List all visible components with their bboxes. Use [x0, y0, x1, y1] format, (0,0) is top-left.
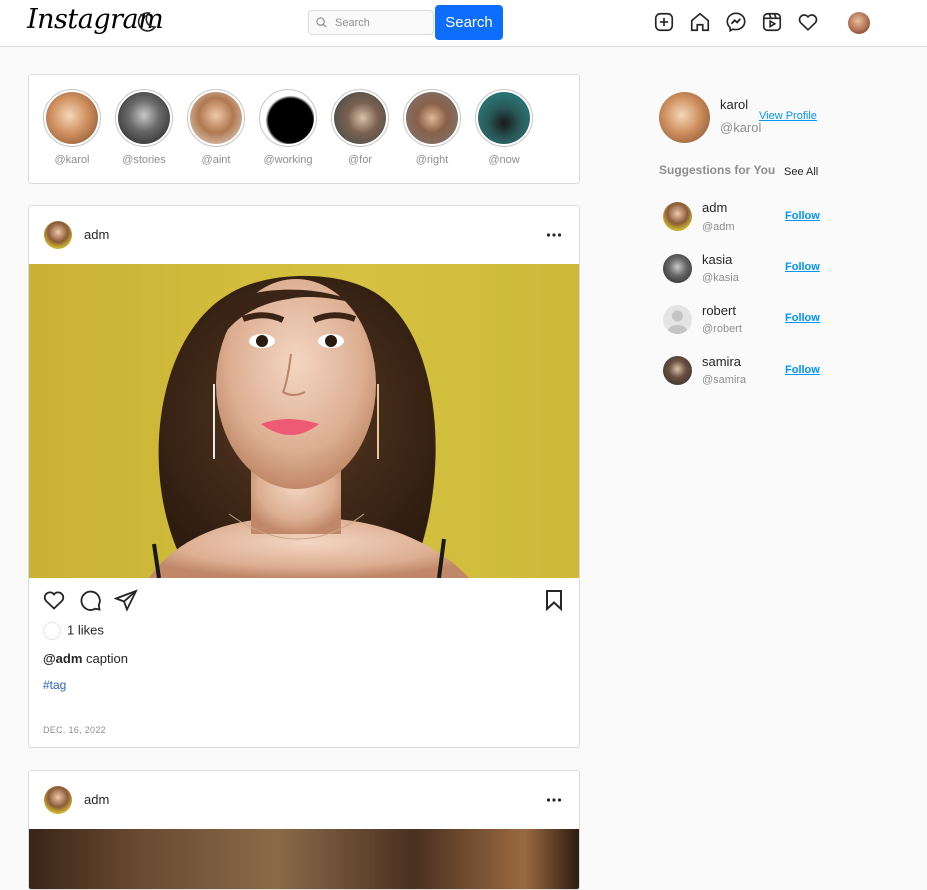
story-item[interactable]: @for: [330, 89, 390, 166]
heart-icon[interactable]: [797, 11, 819, 33]
story-item[interactable]: @right: [402, 89, 462, 166]
see-all-link[interactable]: See All: [784, 166, 818, 178]
story-avatar: [118, 92, 170, 144]
story-ring: [259, 89, 317, 147]
search-button[interactable]: Search: [435, 5, 503, 40]
new-post-icon[interactable]: [653, 11, 675, 33]
current-user-name: karol: [720, 97, 749, 112]
comment-icon[interactable]: [78, 588, 102, 612]
story-handle: @now: [488, 154, 520, 166]
story-item[interactable]: @aint: [186, 89, 246, 166]
post-photo: [149, 275, 469, 578]
suggestion-name: robert: [702, 303, 736, 318]
post-caption: @adm caption: [43, 651, 128, 666]
suggestion-name: kasia: [702, 252, 733, 267]
caption-text: caption: [82, 651, 128, 666]
suggestions-title: Suggestions for You: [659, 163, 776, 177]
stories-bar: @karol @stories @aint @working @for @rig…: [28, 74, 580, 184]
follow-button[interactable]: Follow: [785, 364, 820, 376]
post-avatar[interactable]: [44, 221, 72, 249]
liker-avatar: [43, 622, 61, 640]
search-field: [308, 10, 434, 35]
search-input[interactable]: [333, 13, 431, 32]
post-card: adm: [28, 205, 580, 748]
story-item[interactable]: @now: [474, 89, 534, 166]
story-ring: [331, 89, 389, 147]
caption-username[interactable]: @adm: [43, 651, 82, 666]
suggestion-name: samira: [702, 354, 742, 369]
story-avatar: [406, 92, 458, 144]
post-date: DEC. 16, 2022: [43, 725, 106, 735]
post-header: adm: [29, 206, 579, 264]
story-handle: @working: [263, 154, 313, 166]
post-avatar[interactable]: [44, 786, 72, 814]
story-avatar: [478, 92, 530, 144]
story-ring: [187, 89, 245, 147]
story-item[interactable]: @karol: [42, 89, 102, 166]
messenger-icon[interactable]: [725, 11, 747, 33]
likes-row: 1 likes: [43, 622, 104, 640]
suggestion-avatar[interactable]: [663, 356, 692, 385]
suggestion-avatar[interactable]: [663, 202, 692, 231]
default-avatar-icon: [667, 310, 688, 334]
story-ring: [43, 89, 101, 147]
suggestion-handle: @samira: [702, 374, 747, 386]
follow-button[interactable]: Follow: [785, 210, 820, 222]
suggestion-handle: @adm: [702, 221, 735, 233]
post-card: adm: [28, 770, 580, 890]
story-avatar: [190, 92, 242, 144]
bookmark-icon[interactable]: [542, 588, 566, 612]
post-hashtag[interactable]: #tag: [43, 678, 66, 692]
follow-button[interactable]: Follow: [785, 261, 820, 273]
story-handle: @karol: [54, 154, 90, 166]
story-item[interactable]: @working: [258, 89, 318, 166]
share-icon[interactable]: [114, 588, 138, 612]
more-icon[interactable]: [545, 228, 563, 242]
more-icon[interactable]: [545, 793, 563, 807]
current-user-handle: @karol: [720, 120, 762, 135]
profile-avatar[interactable]: [848, 12, 870, 34]
follow-button[interactable]: Follow: [785, 312, 820, 324]
post-username[interactable]: adm: [84, 792, 109, 807]
reels-icon[interactable]: [761, 11, 783, 33]
post-header: adm: [29, 771, 579, 829]
post-image[interactable]: [29, 264, 579, 578]
story-ring: [403, 89, 461, 147]
story-avatar: [46, 92, 98, 144]
suggestion-handle: @robert: [702, 323, 742, 335]
story-avatar: [262, 92, 314, 144]
suggestion-avatar[interactable]: [663, 254, 692, 283]
story-item[interactable]: @stories: [114, 89, 174, 166]
suggestion-handle: @kasia: [702, 272, 739, 284]
moon-icon[interactable]: [134, 10, 158, 34]
search-icon: [316, 17, 327, 28]
story-handle: @for: [347, 154, 372, 166]
story-handle: @stories: [122, 154, 166, 166]
home-icon[interactable]: [689, 11, 711, 33]
story-handle: @aint: [201, 154, 231, 166]
story-avatar: [334, 92, 386, 144]
current-user-avatar[interactable]: [659, 92, 710, 143]
story-handle: @right: [415, 154, 449, 166]
story-ring: [475, 89, 533, 147]
top-navbar: Instagram Search: [0, 0, 927, 47]
view-profile-link[interactable]: View Profile: [759, 110, 817, 122]
likes-count[interactable]: 1 likes: [67, 622, 104, 637]
suggestion-name: adm: [702, 200, 728, 215]
suggestion-avatar[interactable]: [663, 305, 692, 334]
like-icon[interactable]: [42, 588, 66, 612]
post-username[interactable]: adm: [84, 227, 109, 242]
story-ring: [115, 89, 173, 147]
post-image[interactable]: [29, 829, 579, 889]
